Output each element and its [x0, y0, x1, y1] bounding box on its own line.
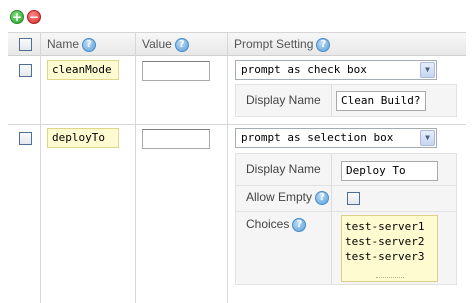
panel-row-separator: [236, 211, 456, 212]
panel-row-separator: [236, 185, 456, 186]
choices-label: Choices: [246, 217, 290, 231]
display-name-field[interactable]: Deploy To: [341, 161, 438, 181]
allow-empty-label-wrap: Allow Empty?: [246, 190, 330, 205]
value-field[interactable]: [142, 129, 210, 149]
resize-grip[interactable]: [375, 277, 404, 279]
display-name-label: Display Name: [246, 93, 321, 107]
header-divider: [227, 33, 228, 57]
header-divider: [40, 33, 41, 57]
prompt-column-label: Prompt Setting: [234, 37, 314, 51]
remove-row-icon[interactable]: −: [27, 10, 41, 24]
add-row-icon[interactable]: +: [10, 10, 24, 24]
select-all-checkbox[interactable]: [19, 38, 32, 51]
prompt-select-value: prompt as check box: [241, 63, 367, 76]
prompt-settings-panel: Display Name Deploy To Allow Empty? Choi…: [235, 153, 457, 285]
row-checkbox[interactable]: [19, 132, 32, 145]
panel-divider: [331, 154, 332, 284]
allow-empty-label: Allow Empty: [246, 190, 313, 204]
value-column-label: Value: [142, 37, 172, 51]
column-divider: [40, 56, 41, 303]
prompt-select-value: prompt as selection box: [241, 131, 394, 144]
column-divider: [135, 56, 136, 303]
table-header: Name? Value? Prompt Setting?: [8, 32, 466, 57]
allow-empty-checkbox[interactable]: [347, 192, 360, 205]
panel-divider: [331, 85, 332, 116]
column-divider: [227, 56, 228, 303]
chevron-down-icon[interactable]: ▼: [420, 62, 435, 78]
choice-line: test-server3: [345, 250, 425, 263]
name-column-label: Name: [47, 37, 80, 51]
display-name-field[interactable]: Clean Build?: [336, 91, 426, 111]
choice-line: test-server2: [345, 235, 425, 248]
help-icon[interactable]: ?: [316, 37, 331, 52]
prompt-select[interactable]: prompt as check box ▼: [235, 60, 437, 80]
prompt-select[interactable]: prompt as selection box ▼: [235, 128, 437, 148]
display-name-label: Display Name: [246, 162, 321, 176]
choices-label-wrap: Choices?: [246, 217, 307, 232]
header-divider: [135, 33, 136, 57]
help-icon[interactable]: ?: [82, 37, 97, 52]
value-column-header: Value?: [142, 33, 189, 57]
prompt-settings-panel: Display Name Clean Build?: [235, 84, 457, 117]
choices-textarea[interactable]: test-server1 test-server2 test-server3: [341, 215, 438, 282]
name-column-header: Name?: [47, 33, 97, 57]
help-icon[interactable]: ?: [315, 190, 330, 205]
chevron-down-icon[interactable]: ▼: [420, 130, 435, 146]
row-checkbox[interactable]: [19, 64, 32, 77]
help-icon[interactable]: ?: [174, 37, 189, 52]
prompt-column-header: Prompt Setting?: [234, 33, 331, 57]
choice-line: test-server1: [345, 220, 425, 233]
value-field[interactable]: [142, 61, 210, 81]
row-separator: [8, 124, 466, 125]
help-icon[interactable]: ?: [292, 217, 307, 232]
name-field[interactable]: deployTo: [47, 128, 119, 148]
name-field[interactable]: cleanMode: [47, 60, 119, 80]
